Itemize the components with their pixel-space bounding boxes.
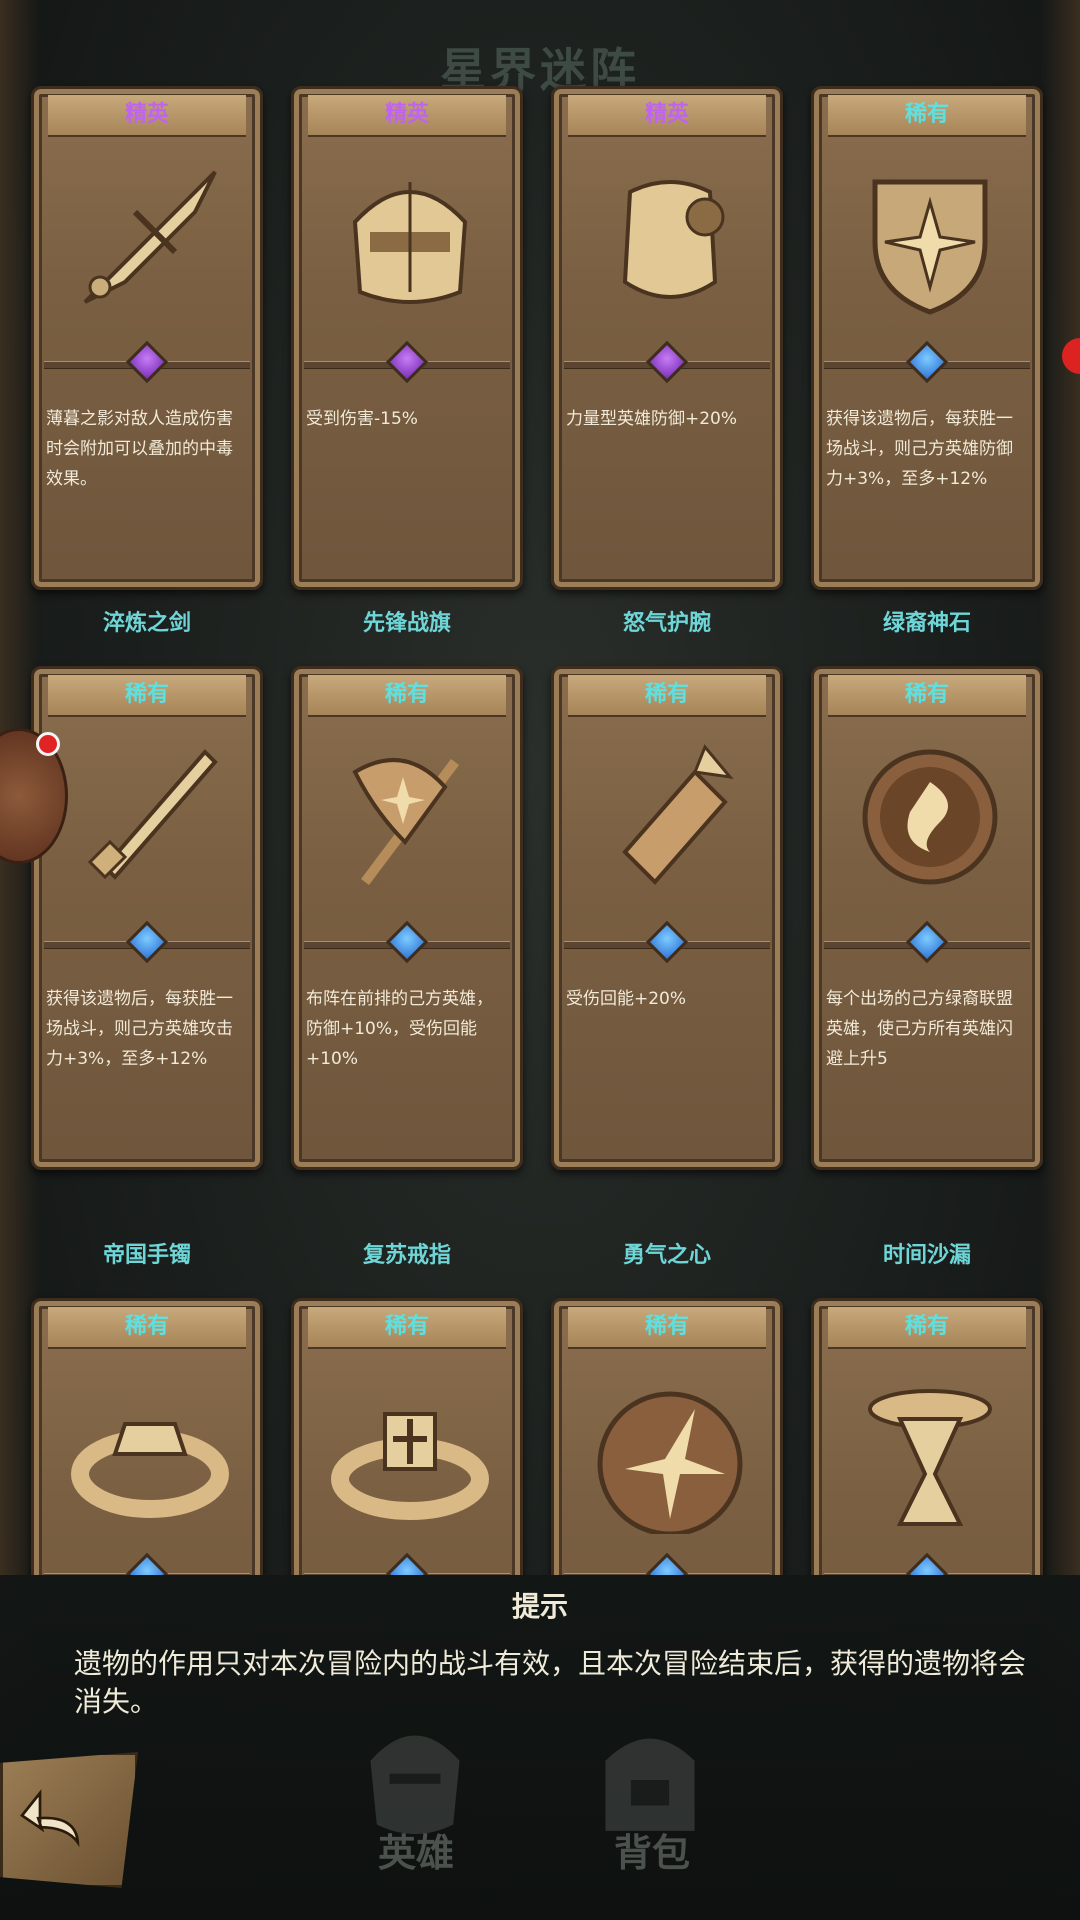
relic-name: 时间沙漏 xyxy=(882,1243,971,1268)
relic-card[interactable]: 稀有获得该遗物后，每获胜一场战斗，则己方英雄防御力+3%，至多+12% xyxy=(811,86,1043,590)
rarity-gem-icon xyxy=(905,920,949,964)
relic-card[interactable]: 稀有 xyxy=(291,1298,523,1575)
star-shield-icon xyxy=(872,179,988,315)
rarity-label: 精英 xyxy=(48,95,246,137)
rarity-label: 稀有 xyxy=(828,675,1026,717)
hint-text: 遗物的作用只对本次冒险内的战斗有效，且本次冒险结束后，获得的遗物将会消失。 xyxy=(74,1647,1027,1718)
rarity-gem-icon xyxy=(125,340,169,384)
relic-art xyxy=(838,147,1022,327)
relic-card[interactable]: 稀有 xyxy=(551,1298,783,1575)
rarity-label: 稀有 xyxy=(568,1307,766,1349)
bracelet-icon xyxy=(71,1422,229,1518)
rarity-gem-icon xyxy=(125,1552,169,1575)
rarity-label: 稀有 xyxy=(48,675,246,717)
relic-name: 淬炼之剑 xyxy=(102,611,191,636)
relic-card[interactable]: 稀有每个出场的己方绿裔联盟英雄，使己方所有英雄闪避上升5 xyxy=(811,666,1043,1170)
relic-card[interactable]: 精英力量型英雄防御+20% xyxy=(551,86,783,590)
hourglass-icon xyxy=(868,1389,992,1526)
relic-row: 精英 薄暮之影对敌人造成伤害时会附加可以叠加的中毒效果。 精英 受到伤害-15% 精英力… xyxy=(0,80,1080,680)
shadow-dagger-icon xyxy=(83,170,217,304)
rarity-label: 精英 xyxy=(568,95,766,137)
relic-row: 帝国手镯稀有 复苏戒指稀有 勇气之心稀有 时间沙漏稀有 xyxy=(0,1243,1080,1575)
relic-art xyxy=(578,1359,762,1539)
rarity-label: 稀有 xyxy=(828,95,1026,137)
rarity-gem-icon xyxy=(645,920,689,964)
relic-row: 淬炼之剑稀有获得该遗物后，每获胜一场战斗，则己方英雄攻击力+3%，至多+12% 先… xyxy=(0,611,1080,1260)
relic-art xyxy=(578,727,762,907)
relic-art xyxy=(58,147,242,327)
cross-ring-icon xyxy=(331,1412,489,1520)
relic-description: 布阵在前排的己方英雄，防御+10%，受伤回能+10% xyxy=(306,989,493,1069)
relic-art xyxy=(318,147,502,327)
relic-name: 复苏戒指 xyxy=(362,1243,451,1268)
relic-card[interactable]: 稀有受伤回能+20% xyxy=(551,666,783,1170)
rarity-label: 稀有 xyxy=(308,1307,506,1349)
rarity-gem-icon xyxy=(385,1552,429,1575)
rarity-label: 稀有 xyxy=(828,1307,1026,1349)
relic-description: 薄暮之影对敌人造成伤害时会附加可以叠加的中毒效果。 xyxy=(46,409,233,489)
relic-art xyxy=(58,727,242,907)
relic-description: 获得该遗物后，每获胜一场战斗，则己方英雄攻击力+3%，至多+12% xyxy=(46,989,233,1069)
rarity-gem-icon xyxy=(645,1552,689,1575)
relic-card[interactable]: 稀有获得该遗物后，每获胜一场战斗，则己方英雄攻击力+3%，至多+12% xyxy=(31,666,263,1170)
relic-description: 每个出场的己方绿裔联盟英雄，使己方所有英雄闪避上升5 xyxy=(826,989,1013,1069)
relic-card[interactable]: 稀有布阵在前排的己方英雄，防御+10%，受伤回能+10% xyxy=(291,666,523,1170)
bracer-icon xyxy=(622,744,734,885)
rarity-gem-icon xyxy=(905,1552,949,1575)
relic-card[interactable]: 稀有 xyxy=(811,1298,1043,1575)
rarity-label: 精英 xyxy=(308,95,506,137)
notification-dot xyxy=(36,732,60,756)
relic-name: 帝国手镯 xyxy=(102,1243,191,1268)
rarity-label: 稀有 xyxy=(568,675,766,717)
relic-card[interactable]: 精英受到伤害-15% xyxy=(291,86,523,590)
rarity-gem-icon xyxy=(385,920,429,964)
relic-name: 绿裔神石 xyxy=(882,611,971,636)
nav-hero-button[interactable]: 英雄 xyxy=(336,1822,496,1877)
sword-icon xyxy=(87,749,218,880)
hint-title: 提示 xyxy=(511,1590,568,1623)
relic-art xyxy=(578,147,762,327)
spiral-stone-icon xyxy=(862,749,998,885)
rarity-gem-icon xyxy=(385,340,429,384)
rarity-gem-icon xyxy=(905,340,949,384)
rarity-label: 稀有 xyxy=(48,1307,246,1349)
back-button[interactable] xyxy=(0,1752,138,1888)
rarity-label: 稀有 xyxy=(308,675,506,717)
relic-name: 勇气之心 xyxy=(622,1243,711,1268)
relic-art xyxy=(58,1359,242,1539)
rarity-gem-icon xyxy=(645,340,689,384)
relic-art xyxy=(318,727,502,907)
relic-scroll-list[interactable]: 精英 薄暮之影对敌人造成伤害时会附加可以叠加的中毒效果。 精英 受到伤害-15% 精英力… xyxy=(0,80,1080,1575)
relic-description: 力量型英雄防御+20% xyxy=(566,409,738,429)
hint-panel xyxy=(0,1575,1080,1920)
nav-bag-button[interactable]: 背包 xyxy=(572,1822,732,1877)
relic-art xyxy=(838,727,1022,907)
relic-art xyxy=(838,1359,1022,1539)
return-arrow-icon xyxy=(20,1789,80,1848)
star-orb-icon xyxy=(597,1391,743,1534)
rarity-gem-icon xyxy=(125,920,169,964)
breastplate-icon xyxy=(622,180,725,299)
relic-description: 受到伤害-15% xyxy=(306,409,418,429)
war-banner-icon xyxy=(352,758,459,885)
knight-helmet-icon xyxy=(352,182,468,304)
relic-description: 获得该遗物后，每获胜一场战斗，则己方英雄防御力+3%，至多+12% xyxy=(826,409,1013,489)
relic-name: 怒气护腕 xyxy=(622,611,711,636)
relic-card[interactable]: 稀有 xyxy=(31,1298,263,1575)
relic-art xyxy=(318,1359,502,1539)
relic-name: 先锋战旗 xyxy=(362,611,451,636)
relic-card[interactable]: 精英薄暮之影对敌人造成伤害时会附加可以叠加的中毒效果。 xyxy=(31,86,263,590)
relic-description: 受伤回能+20% xyxy=(566,989,687,1009)
